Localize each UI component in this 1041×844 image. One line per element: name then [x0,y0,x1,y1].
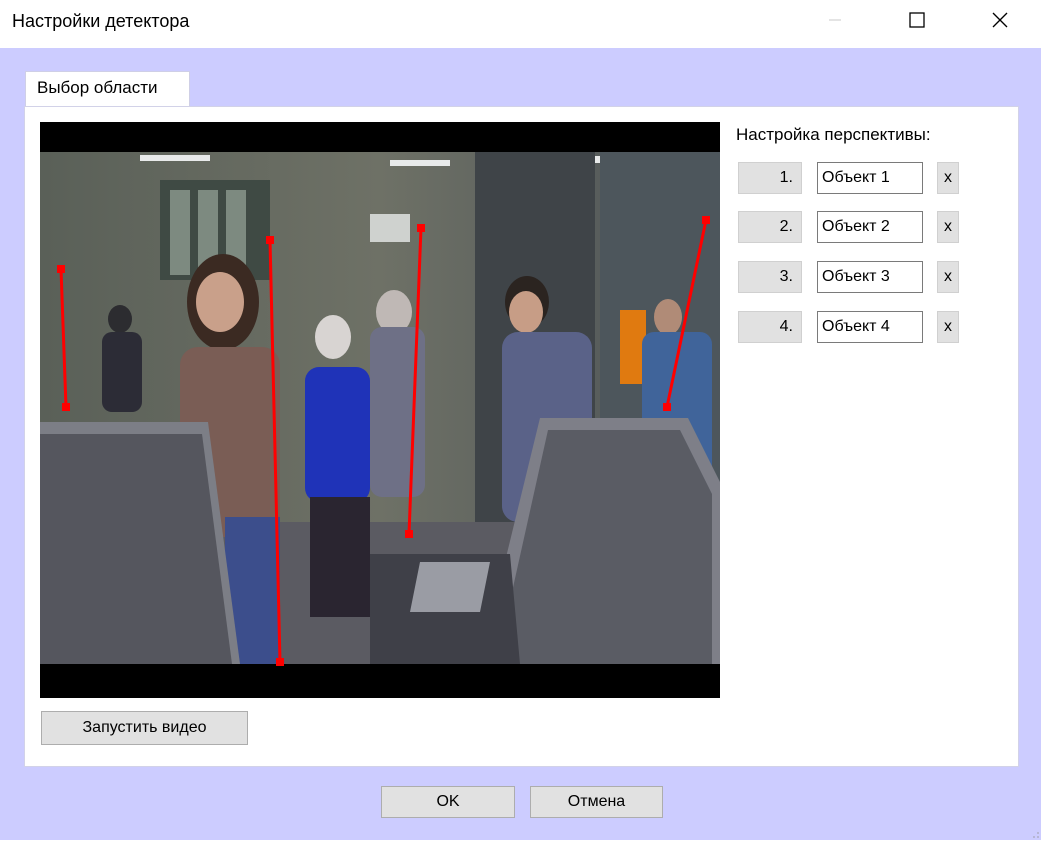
object-2-delete-button[interactable]: x [937,211,959,243]
object-3-delete-button[interactable]: x [937,261,959,293]
perspective-line-4[interactable] [663,216,710,411]
cancel-button[interactable]: Отмена [530,786,663,818]
run-video-button[interactable]: Запустить видео [41,711,248,745]
minimize-icon[interactable] [812,0,858,40]
title-bar: Настройки детектора [0,0,1041,48]
object-4-name-field[interactable] [817,311,923,343]
object-3-number-button[interactable]: 3. [738,261,802,293]
resize-grip-icon[interactable] [1028,826,1040,838]
perspective-line-3[interactable] [405,224,425,538]
perspective-line-2[interactable] [266,236,284,666]
object-1-delete-button[interactable]: x [937,162,959,194]
tab-area-selection[interactable]: Выбор области [25,71,190,107]
close-icon[interactable] [977,0,1023,40]
object-3-name-field[interactable] [817,261,923,293]
video-preview[interactable] [40,122,720,698]
object-2-number-button[interactable]: 2. [738,211,802,243]
window-title: Настройки детектора [12,11,190,31]
object-2-name-field[interactable] [817,211,923,243]
ok-button[interactable]: OK [381,786,515,818]
object-4-number-button[interactable]: 4. [738,311,802,343]
maximize-icon[interactable] [894,0,940,40]
perspective-line-1[interactable] [57,265,70,411]
perspective-settings-label: Настройка перспективы: [736,125,931,144]
object-1-name-field[interactable] [817,162,923,194]
perspective-markers [57,216,710,666]
object-4-delete-button[interactable]: x [937,311,959,343]
object-1-number-button[interactable]: 1. [738,162,802,194]
